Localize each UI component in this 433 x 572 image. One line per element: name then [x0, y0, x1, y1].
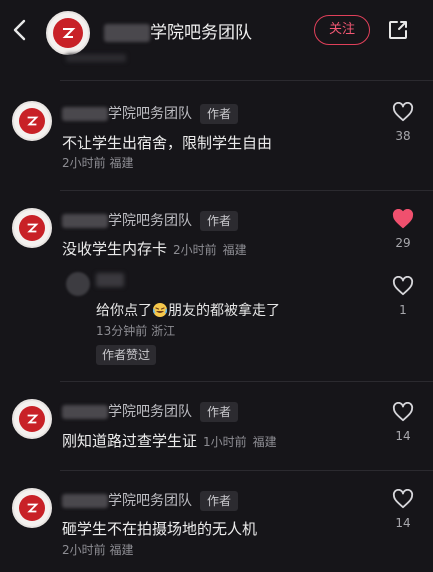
- reply-text-part2: 朋友的都被拿走了: [168, 303, 280, 319]
- redacted-name-block: [62, 214, 108, 228]
- redacted-name-block: [62, 405, 108, 419]
- author-tag: 作者: [200, 402, 239, 422]
- title-text: 学院吧务团队: [150, 23, 252, 43]
- comment-body: 刚知道路过查学生证: [62, 432, 198, 450]
- comment-time: 2小时前: [173, 243, 217, 257]
- author-tag: 作者: [200, 491, 239, 511]
- commenter-name[interactable]: 学院吧务团队 作者: [62, 210, 239, 231]
- comment-body: 没收学生内存卡: [62, 240, 168, 258]
- school-logo-avatar[interactable]: [46, 11, 90, 55]
- divider: [60, 470, 433, 471]
- comment-location: 福建: [252, 435, 277, 449]
- comment-text[interactable]: 砸学生不在拍摄场地的无人机: [62, 518, 257, 539]
- name-text: 学院吧务团队: [108, 493, 192, 509]
- heart-icon[interactable]: [392, 489, 414, 509]
- redacted-name-block: [62, 107, 108, 121]
- divider: [60, 80, 433, 81]
- divider: [60, 381, 433, 382]
- reply-location: 浙江: [151, 324, 176, 338]
- comment-location: 福建: [109, 156, 134, 170]
- commenter-avatar[interactable]: [12, 488, 52, 528]
- follow-button[interactable]: 关注: [314, 15, 370, 45]
- commenter-avatar[interactable]: [12, 399, 52, 439]
- comment-text[interactable]: 不让学生出宿舍，限制学生自由: [62, 132, 272, 153]
- laughing-emoji-icon: [152, 303, 168, 317]
- author-tag: 作者: [200, 211, 239, 231]
- commenter-name[interactable]: 学院吧务团队 作者: [62, 401, 239, 422]
- comment-time: 1小时前: [203, 435, 247, 449]
- share-icon[interactable]: [386, 18, 410, 42]
- commenter-avatar[interactable]: [12, 101, 52, 141]
- comment-time: 2小时前: [62, 543, 106, 557]
- comment-time: 2小时前: [62, 156, 106, 170]
- heart-icon[interactable]: [392, 402, 414, 422]
- name-text: 学院吧务团队: [108, 404, 192, 420]
- cutoff-content: [66, 54, 126, 62]
- comment-text[interactable]: 没收学生内存卡 2小时前 福建: [62, 238, 247, 259]
- reply-text[interactable]: 给你点了 朋友的都被拿走了: [96, 300, 280, 320]
- heart-icon[interactable]: [392, 276, 414, 296]
- like-count: 14: [395, 429, 411, 443]
- page-title: 学院吧务团队: [104, 18, 252, 43]
- comment-location: 福建: [222, 243, 247, 257]
- heart-icon[interactable]: [392, 102, 414, 122]
- reply-avatar[interactable]: [66, 272, 90, 296]
- comment-text[interactable]: 刚知道路过查学生证 1小时前 福建: [62, 430, 277, 451]
- comment-meta: 2小时前 福建: [62, 541, 133, 558]
- back-arrow-icon[interactable]: [10, 18, 30, 42]
- author-tag: 作者: [200, 104, 239, 124]
- divider: [60, 190, 433, 191]
- name-text: 学院吧务团队: [108, 213, 192, 229]
- top-bar: 学院吧务团队 关注: [0, 0, 433, 62]
- like-count: 14: [395, 516, 411, 530]
- comment-location: 福建: [109, 543, 134, 557]
- redacted-name-block: [62, 494, 108, 508]
- commenter-avatar[interactable]: [12, 208, 52, 248]
- commenter-name[interactable]: 学院吧务团队 作者: [62, 103, 239, 124]
- redacted-reply-name[interactable]: [96, 273, 124, 287]
- name-text: 学院吧务团队: [108, 106, 192, 122]
- redacted-name-block: [104, 24, 150, 42]
- comment-meta: 2小时前 福建: [62, 154, 133, 171]
- heart-filled-icon[interactable]: [392, 209, 414, 229]
- reply-text-part1: 给你点了: [96, 303, 152, 319]
- like-count: 38: [395, 129, 411, 143]
- like-count: 29: [395, 236, 411, 250]
- author-liked-badge: 作者赞过: [96, 345, 157, 365]
- reply-time: 13分钟前: [96, 324, 148, 338]
- reply-meta: 13分钟前 浙江: [96, 322, 175, 339]
- like-count: 1: [399, 303, 407, 317]
- commenter-name[interactable]: 学院吧务团队 作者: [62, 490, 239, 511]
